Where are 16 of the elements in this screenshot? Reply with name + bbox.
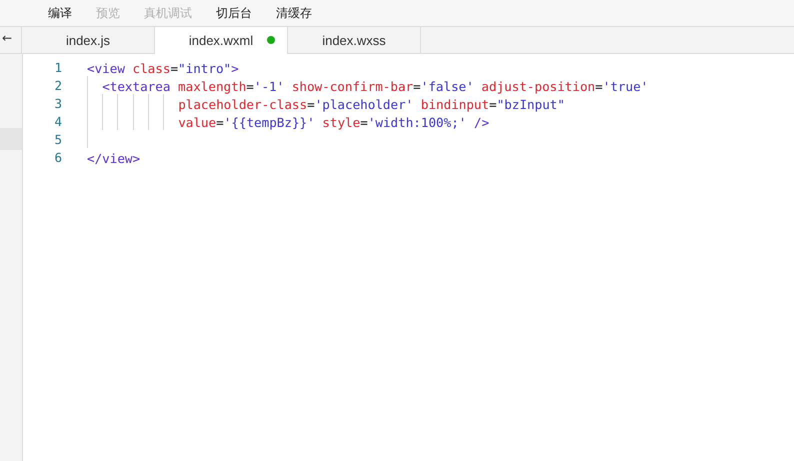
- code-line: <view class="intro">: [87, 61, 239, 76]
- line-number: 4: [53, 114, 62, 128]
- line-number: 2: [53, 78, 62, 92]
- toolbar-item[interactable]: 清缓存: [276, 4, 312, 22]
- code-line: value='{{tempBz}}' style='width:100%;' />: [178, 115, 490, 130]
- file-tab[interactable]: index.wxss: [288, 27, 421, 53]
- code-line: <textarea maxlength='-1' show-confirm-bar='false' adjust-position='true': [102, 79, 648, 94]
- line-number: 3: [53, 96, 62, 110]
- line-number: 1: [53, 60, 62, 74]
- line-number: 5: [53, 132, 62, 146]
- code-line: placeholder-class='placeholder' bindinput="bzInput": [178, 97, 565, 112]
- code-line: </view>: [87, 151, 140, 166]
- line-number: 6: [53, 150, 62, 164]
- toolbar-item[interactable]: 切后台: [216, 4, 252, 22]
- file-tab[interactable]: index.wxml: [155, 27, 288, 54]
- toolbar-item[interactable]: 编译: [48, 4, 72, 22]
